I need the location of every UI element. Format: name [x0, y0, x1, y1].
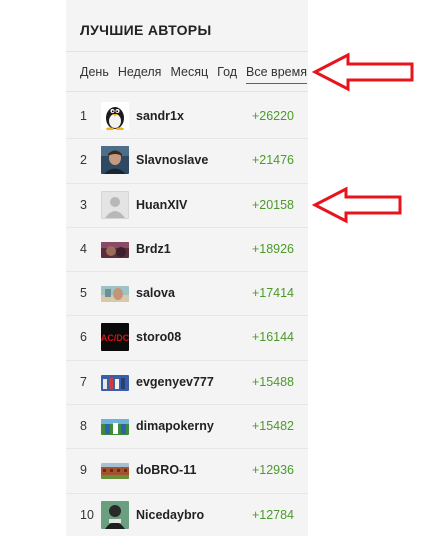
- rank-number: 6: [80, 330, 87, 345]
- photo-avatar[interactable]: [101, 419, 129, 436]
- rank-number: 4: [80, 241, 87, 256]
- author-name[interactable]: doBRO-11: [136, 463, 196, 477]
- rank-number: 8: [80, 419, 87, 434]
- top-authors-widget: ЛУЧШИЕ АВТОРЫ День Неделя Месяц Год Все врем…: [66, 0, 308, 536]
- author-score: +12936: [251, 463, 294, 478]
- rank-number: 5: [80, 286, 87, 301]
- photo-avatar[interactable]: [101, 500, 129, 529]
- photo-avatar[interactable]: [101, 463, 129, 480]
- authors-list: 1 sandr1x +26220 2 Slavnoslave +21476 3 …: [66, 95, 308, 537]
- photo-avatar[interactable]: [101, 374, 129, 391]
- tab-year[interactable]: Год: [217, 65, 237, 79]
- author-name[interactable]: salova: [136, 286, 175, 300]
- rank-number: 9: [80, 463, 87, 478]
- penguin-avatar[interactable]: [101, 102, 129, 130]
- rank-number: 3: [80, 197, 87, 212]
- list-item: 3 HuanXIV +20158: [66, 184, 308, 228]
- page: ЛУЧШИЕ АВТОРЫ День Неделя Месяц Год Все врем…: [0, 0, 426, 558]
- list-item: 10 Nicedaybro +12784: [66, 494, 308, 537]
- svg-text:AC/DC: AC/DC: [101, 333, 129, 343]
- period-tabs: День Неделя Месяц Год Все время: [80, 65, 307, 87]
- author-name[interactable]: Nicedaybro: [136, 508, 204, 522]
- list-item: 6 AC/DC storo08 +16144: [66, 316, 308, 361]
- author-score: +12784: [251, 507, 294, 522]
- author-name[interactable]: evgenyev777: [136, 375, 214, 389]
- tab-month[interactable]: Месяц: [170, 65, 208, 79]
- list-item: 4 Brdz1 +18926: [66, 228, 308, 273]
- author-score: +16144: [251, 330, 294, 345]
- default-avatar[interactable]: [101, 190, 129, 219]
- author-name[interactable]: storo08: [136, 330, 181, 344]
- tab-week[interactable]: Неделя: [118, 65, 162, 79]
- photo-avatar[interactable]: [101, 286, 129, 303]
- author-score: +15482: [251, 419, 294, 434]
- list-item: 5 salova +17414: [66, 272, 308, 317]
- author-name[interactable]: Brdz1: [136, 242, 171, 256]
- author-name[interactable]: dimapokerny: [136, 419, 214, 433]
- divider: [66, 91, 308, 92]
- rank-number: 1: [80, 109, 87, 123]
- list-item: 2 Slavnoslave +21476: [66, 139, 308, 184]
- author-name[interactable]: HuanXIV: [136, 198, 187, 212]
- rank-number: 10: [80, 507, 94, 522]
- annotation-arrow-icon: [312, 52, 414, 92]
- list-item: 8 dimapokerny +15482: [66, 405, 308, 450]
- widget-title: ЛУЧШИЕ АВТОРЫ: [80, 22, 212, 38]
- acdc-logo-avatar[interactable]: AC/DC: [101, 323, 129, 352]
- list-item: 1 sandr1x +26220: [66, 95, 308, 140]
- portrait-avatar[interactable]: [101, 146, 129, 175]
- author-score: +21476: [251, 153, 294, 168]
- list-item: 9 doBRO-11 +12936: [66, 449, 308, 494]
- divider: [66, 51, 308, 52]
- rank-number: 7: [80, 374, 87, 389]
- tab-day[interactable]: День: [80, 65, 109, 79]
- author-score: +26220: [251, 109, 294, 123]
- author-name[interactable]: sandr1x: [136, 109, 184, 123]
- photo-avatar[interactable]: [101, 241, 129, 258]
- author-score: +20158: [251, 197, 294, 212]
- author-score: +18926: [251, 241, 294, 256]
- list-item: 7 evgenyev777 +15488: [66, 361, 308, 406]
- author-score: +17414: [251, 286, 294, 301]
- author-score: +15488: [251, 374, 294, 389]
- tab-all-time[interactable]: Все время: [246, 65, 307, 84]
- annotation-arrow-icon: [312, 186, 402, 224]
- author-name[interactable]: Slavnoslave: [136, 153, 208, 167]
- rank-number: 2: [80, 153, 87, 168]
